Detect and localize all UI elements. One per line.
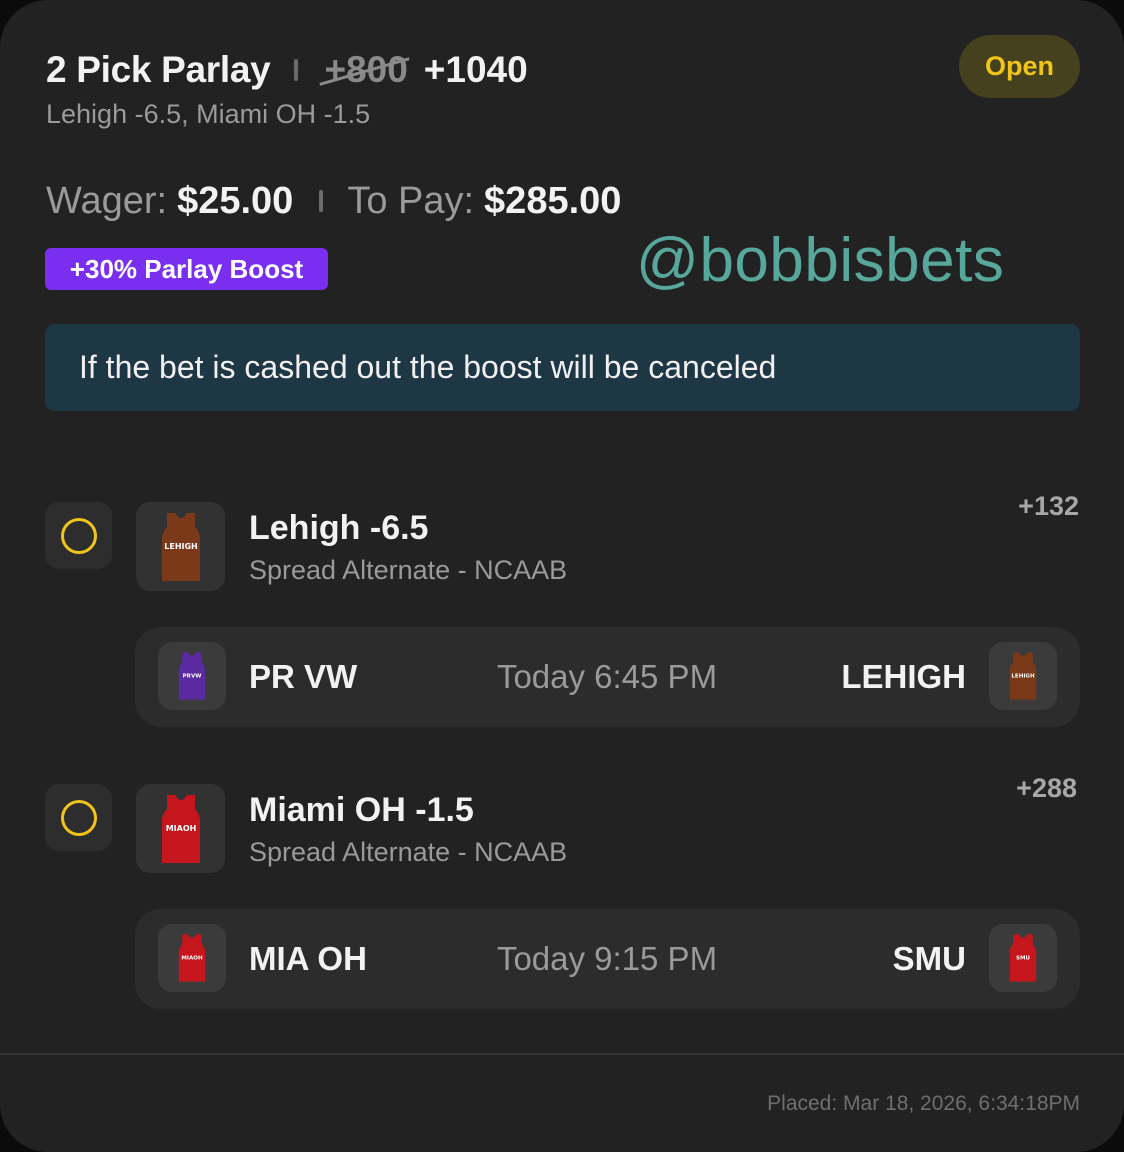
jersey-icon: PRVW bbox=[178, 652, 206, 700]
boosted-odds: +1040 bbox=[423, 49, 528, 90]
status-badge: Open bbox=[959, 35, 1080, 98]
pending-circle-icon bbox=[60, 517, 97, 554]
bet-title: 2 Pick Parlay bbox=[46, 49, 271, 90]
leg-1-status-indicator bbox=[45, 502, 112, 569]
payout-label: To Pay: bbox=[347, 179, 475, 222]
svg-text:SMU: SMU bbox=[1016, 955, 1030, 961]
parlay-boost-badge: +30% Parlay Boost bbox=[45, 248, 328, 290]
game-time: Today 6:45 PM bbox=[496, 658, 718, 695]
legs-summary: Lehigh -6.5, Miami OH -1.5 bbox=[46, 99, 371, 129]
svg-text:LEHIGH: LEHIGH bbox=[164, 542, 198, 551]
watermark: @bobbisbets bbox=[636, 226, 1005, 295]
game-time: Today 9:15 PM bbox=[496, 940, 718, 977]
header-row: 2 Pick Parlay +800 +1040 bbox=[46, 46, 528, 94]
wager-row: Wager: $25.00 To Pay: $285.00 bbox=[46, 178, 621, 224]
leg-1-market: Spread Alternate - NCAAB bbox=[249, 555, 568, 585]
leg-2-status-indicator bbox=[45, 784, 112, 851]
leg-1-jersey: LEHIGH bbox=[136, 502, 225, 591]
away-team-name: SMU bbox=[892, 940, 966, 977]
leg-2-odds: +288 bbox=[1016, 773, 1077, 803]
footer-divider bbox=[0, 1053, 1124, 1055]
away-team-jersey: SMU bbox=[989, 924, 1057, 992]
svg-text:LEHIGH: LEHIGH bbox=[1011, 673, 1035, 679]
payout-value: $285.00 bbox=[484, 179, 622, 222]
home-team-name: PR VW bbox=[249, 658, 358, 695]
boost-notice: If the bet is cashed out the boost will … bbox=[45, 324, 1080, 411]
leg-1-odds: +132 bbox=[1018, 491, 1079, 521]
away-team-name: LEHIGH bbox=[841, 658, 966, 695]
svg-text:MIAOH: MIAOH bbox=[165, 824, 196, 833]
jersey-icon: MIAOH bbox=[161, 794, 200, 863]
away-team-jersey: LEHIGH bbox=[989, 642, 1057, 710]
wager-separator bbox=[319, 190, 324, 212]
svg-text:PRVW: PRVW bbox=[183, 673, 202, 679]
leg-1-selection: Lehigh -6.5 bbox=[249, 509, 429, 547]
jersey-icon: SMU bbox=[1009, 934, 1037, 982]
original-odds: +800 bbox=[324, 49, 408, 90]
jersey-icon: MIAOH bbox=[178, 934, 206, 982]
jersey-icon: LEHIGH bbox=[161, 512, 200, 581]
title-separator bbox=[294, 59, 299, 81]
bet-slip-card: 2 Pick Parlay +800 +1040 Lehigh -6.5, Mi… bbox=[0, 0, 1124, 1152]
home-team-jersey: MIAOH bbox=[158, 924, 226, 992]
leg-2-game[interactable]: MIAOH MIA OH Today 9:15 PM SMU SMU bbox=[135, 909, 1080, 1009]
leg-2-selection: Miami OH -1.5 bbox=[249, 791, 474, 829]
wager-label: Wager: bbox=[46, 179, 168, 222]
home-team-jersey: PRVW bbox=[158, 642, 226, 710]
leg-2-jersey: MIAOH bbox=[136, 784, 225, 873]
leg-1-game[interactable]: PRVW PR VW Today 6:45 PM LEHIGH LEHIGH bbox=[135, 627, 1080, 727]
pending-circle-icon bbox=[60, 799, 97, 836]
wager-value: $25.00 bbox=[177, 179, 294, 222]
home-team-name: MIA OH bbox=[249, 940, 367, 977]
leg-2-market: Spread Alternate - NCAAB bbox=[249, 837, 568, 867]
placed-timestamp: Placed: Mar 18, 2026, 6:34:18PM bbox=[767, 1092, 1080, 1115]
svg-text:MIAOH: MIAOH bbox=[181, 955, 203, 961]
jersey-icon: LEHIGH bbox=[1009, 652, 1037, 700]
